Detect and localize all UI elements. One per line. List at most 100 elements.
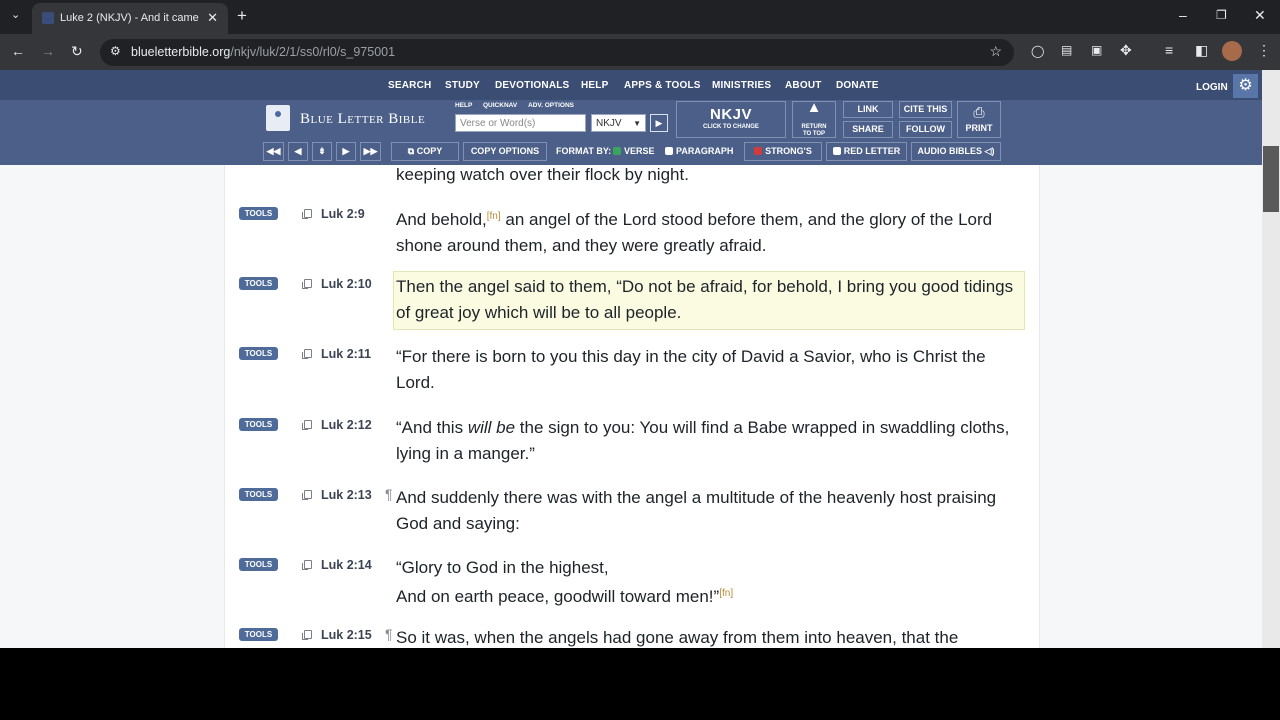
cite-this-button[interactable]: CITE THIS (899, 101, 952, 118)
browser-tab[interactable]: Luke 2 (NKJV) - And it came to ✕ (32, 3, 228, 34)
speaker-icon: ◁) (982, 146, 995, 156)
chapter-menu-icon[interactable]: ⇟ (312, 142, 332, 161)
strongs-checkbox[interactable] (754, 147, 763, 155)
extension-printer-icon[interactable]: ▤ (1061, 43, 1072, 57)
tools-button[interactable]: TOOLS (239, 628, 278, 641)
prev-verse-icon[interactable]: ◀ (288, 142, 308, 161)
new-tab-button[interactable]: + (237, 6, 247, 26)
side-panel-icon[interactable]: ◧ (1195, 42, 1208, 59)
prev-chapter-icon[interactable]: ◀◀ (263, 142, 284, 161)
extension-square-icon[interactable]: ▣ (1091, 43, 1102, 57)
profile-avatar[interactable] (1222, 41, 1242, 61)
verse-search-input[interactable]: Verse or Word(s) (455, 114, 586, 132)
tools-button[interactable]: TOOLS (239, 277, 278, 290)
verse-reference[interactable]: Luk 2:10 (321, 277, 372, 291)
search-go-button[interactable]: ▶ (650, 114, 668, 132)
print-button[interactable]: PRINT (957, 101, 1001, 138)
address-bar[interactable]: ⚙ blueletterbible.org/nkjv/luk/2/1/ss0/r… (100, 39, 1014, 66)
quicknav-mini-link[interactable]: QUICKNAV (483, 102, 517, 109)
copy-verse-icon[interactable] (302, 490, 312, 500)
nav-study[interactable]: STUDY (445, 80, 480, 91)
nav-ministries[interactable]: MINISTRIES (712, 80, 771, 91)
verse-reference[interactable]: Luk 2:13 (321, 488, 372, 502)
paragraph-marker: ¶ (385, 626, 393, 642)
tools-button[interactable]: TOOLS (239, 347, 278, 360)
adv-options-mini-link[interactable]: ADV. OPTIONS (528, 102, 574, 109)
tab-title: Luke 2 (NKJV) - And it came to (60, 12, 200, 24)
copy-verse-icon[interactable] (302, 209, 312, 219)
verse-reference[interactable]: Luk 2:9 (321, 207, 365, 221)
copy-verse-icon[interactable] (302, 560, 312, 570)
verse-text[interactable]: “For there is born to you this day in th… (396, 344, 1021, 396)
settings-gear-icon[interactable]: ⚙ (1233, 74, 1258, 98)
nav-apps-tools[interactable]: APPS & TOOLS (624, 80, 701, 91)
restore-window-icon[interactable]: ❐ (1216, 8, 1227, 22)
site-info-icon[interactable]: ⚙ (110, 44, 121, 58)
tools-button[interactable]: TOOLS (239, 558, 278, 571)
reading-list-icon[interactable]: ≡ (1165, 42, 1173, 58)
nav-about[interactable]: ABOUT (785, 80, 822, 91)
verse-list: keeping watch over their flock by night.… (224, 165, 1040, 648)
red-letter-checkbox[interactable] (832, 147, 841, 155)
extensions-puzzle-icon[interactable]: ✥ (1120, 42, 1132, 59)
verse-text[interactable]: And suddenly there was with the angel a … (396, 485, 1021, 537)
verse-text[interactable]: Then the angel said to them, “Do not be … (396, 274, 1021, 326)
tools-button[interactable]: TOOLS (239, 488, 278, 501)
verse-text[interactable]: keeping watch over their flock by night. (396, 162, 1021, 188)
forward-icon[interactable]: → (41, 43, 55, 59)
red-letter-toggle[interactable]: RED LETTER (826, 142, 907, 161)
verse-reference[interactable]: Luk 2:15 (321, 628, 372, 642)
return-to-top-button[interactable]: RETURN TO TOP (792, 101, 836, 138)
close-window-icon[interactable]: ✕ (1254, 7, 1266, 24)
verse-reference[interactable]: Luk 2:14 (321, 558, 372, 572)
verse-reference[interactable]: Luk 2:12 (321, 418, 372, 432)
paragraph-format-toggle[interactable]: PARAGRAPH (665, 146, 733, 156)
footnote-marker[interactable]: [fn] (487, 211, 501, 222)
follow-button[interactable]: FOLLOW (899, 121, 952, 138)
bookmark-star-icon[interactable]: ☆ (989, 43, 1002, 60)
back-icon[interactable]: ← (11, 43, 25, 59)
tools-button[interactable]: TOOLS (239, 207, 278, 220)
blb-logo-text[interactable]: Blue Letter Bible (300, 111, 425, 128)
share-button[interactable]: SHARE (843, 121, 893, 138)
reload-icon[interactable]: ↻ (71, 43, 83, 60)
tab-close-icon[interactable]: ✕ (207, 10, 218, 26)
nav-donate[interactable]: DONATE (836, 80, 879, 91)
verse-text[interactable]: “Glory to God in the highest, And on eart… (396, 555, 1021, 610)
login-link[interactable]: LOGIN (1196, 82, 1228, 93)
nav-search[interactable]: SEARCH (388, 80, 431, 91)
nav-help[interactable]: HELP (581, 80, 608, 91)
verse-format-toggle[interactable]: VERSE (613, 146, 655, 156)
scrollbar-thumb[interactable] (1263, 146, 1279, 212)
copy-verse-icon[interactable] (302, 349, 312, 359)
strongs-toggle[interactable]: STRONG'S (744, 142, 822, 161)
browser-tabstrip: ⌄ Luke 2 (NKJV) - And it came to ✕ + – ❐… (0, 0, 1280, 34)
copy-button[interactable]: ⧉ COPY (391, 142, 459, 161)
paragraph-checkbox[interactable] (665, 147, 673, 155)
copy-verse-icon[interactable] (302, 420, 312, 430)
version-change-button[interactable]: NKJV CLICK TO CHANGE (676, 101, 786, 138)
paragraph-marker: ¶ (385, 486, 393, 502)
next-chapter-icon[interactable]: ▶▶ (360, 142, 381, 161)
copy-verse-icon[interactable] (302, 630, 312, 640)
footnote-marker[interactable]: [fn] (719, 588, 733, 599)
blb-logo-icon[interactable] (266, 105, 290, 131)
copy-options-button[interactable]: COPY OPTIONS (463, 142, 547, 161)
verse-reference[interactable]: Luk 2:11 (321, 347, 371, 361)
verse-text[interactable]: And behold,[fn] an angel of the Lord sto… (396, 204, 1021, 259)
copy-verse-icon[interactable] (302, 279, 312, 289)
verse-text[interactable]: “And this will be the sign to you: You w… (396, 415, 1021, 467)
audio-bibles-button[interactable]: AUDIO BIBLES ◁) (911, 142, 1001, 161)
next-verse-icon[interactable]: ▶ (336, 142, 356, 161)
minimize-window-icon[interactable]: – (1179, 7, 1187, 23)
help-mini-link[interactable]: HELP (455, 102, 472, 109)
extension-circle-icon[interactable]: ◯ (1031, 44, 1044, 58)
verse-text[interactable]: So it was, when the angels had gone away… (396, 625, 1021, 648)
nav-devotionals[interactable]: DEVOTIONALS (495, 80, 569, 91)
link-button[interactable]: LINK (843, 101, 893, 118)
chrome-menu-icon[interactable]: ⋮ (1257, 42, 1271, 59)
tab-search-chevron-icon[interactable]: ⌄ (11, 8, 20, 21)
tools-button[interactable]: TOOLS (239, 418, 278, 431)
verse-checkbox[interactable] (613, 147, 621, 155)
version-select[interactable]: NKJV ▼ (591, 114, 646, 132)
